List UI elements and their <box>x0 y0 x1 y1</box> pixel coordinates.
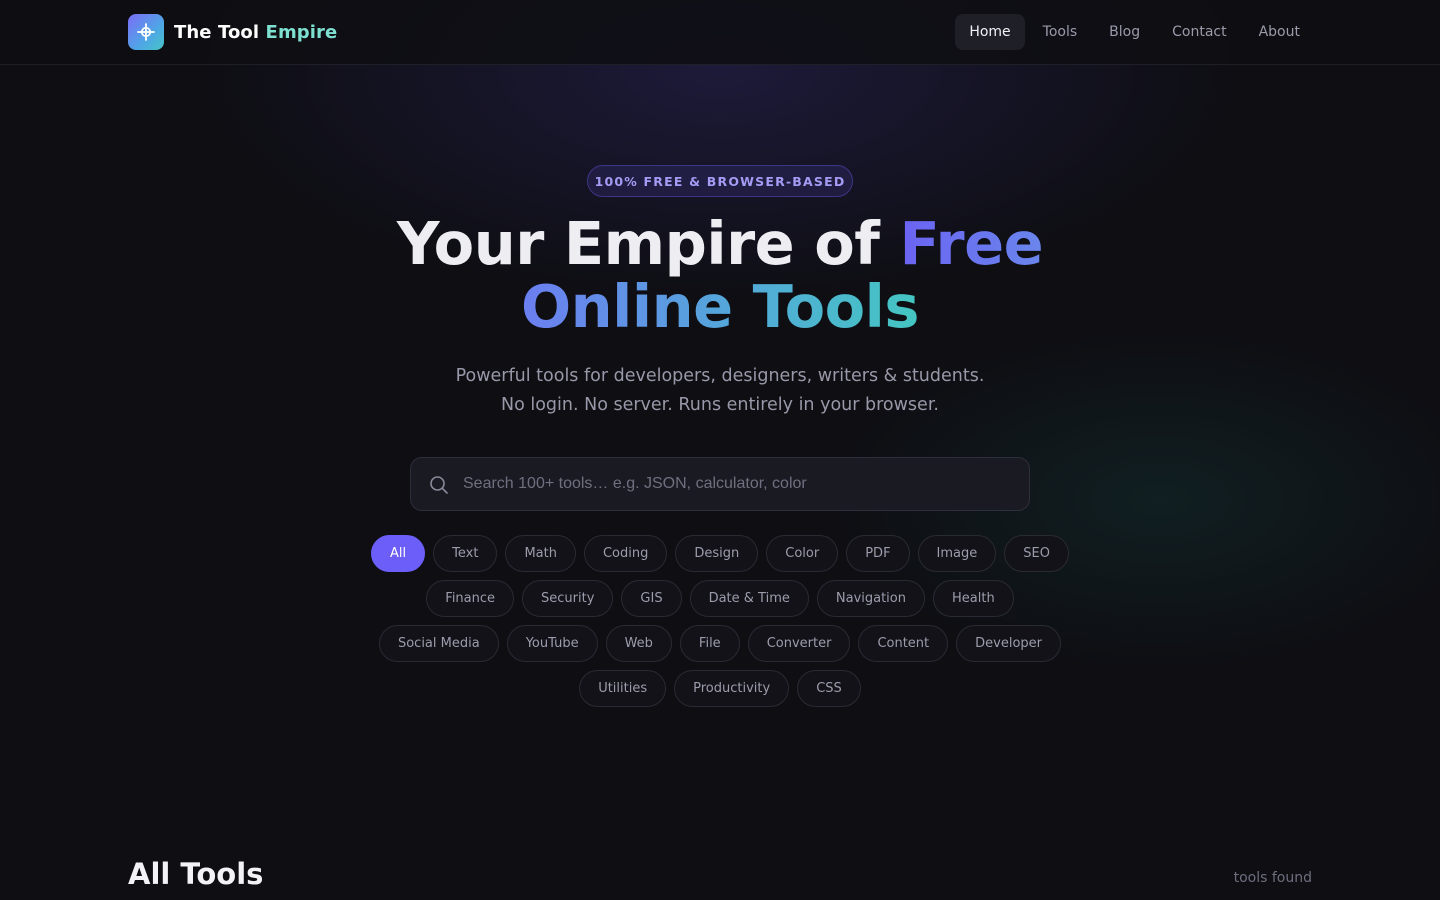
hero-subtitle-line2: No login. No server. Runs entirely in yo… <box>501 395 939 415</box>
hero-title-free: Free <box>899 209 1044 278</box>
brand-name: The Tool Empire <box>174 22 337 43</box>
brand-word-empire: Empire <box>265 21 338 43</box>
nav-link-contact[interactable]: Contact <box>1158 14 1240 50</box>
category-chip-finance[interactable]: Finance <box>426 580 515 617</box>
category-row: Utilities Productivity CSS <box>579 670 861 707</box>
category-chip-file[interactable]: File <box>679 625 740 662</box>
hero-subtitle-line1: Powerful tools for developers, designers… <box>455 366 985 386</box>
category-row: All Text Math Coding Design Color PDF Image SEO <box>371 535 1069 572</box>
category-chip-navigation[interactable]: Navigation <box>816 580 925 617</box>
nav-link-blog[interactable]: Blog <box>1095 14 1154 50</box>
category-chip-gis[interactable]: GIS <box>621 580 682 617</box>
category-chip-pdf[interactable]: PDF <box>846 535 910 572</box>
hero-title-plain: Your Empire of <box>396 209 880 278</box>
brand-link[interactable]: The Tool Empire <box>128 14 337 50</box>
category-row: Social Media YouTube Web File Converter Conte… <box>378 625 1062 662</box>
page: The Tool Empire Home Tools Blog Contact Abou… <box>0 0 1440 900</box>
category-chip-image[interactable]: Image <box>917 535 997 572</box>
category-chip-web[interactable]: Web <box>605 625 672 662</box>
category-chip-social-media[interactable]: Social Media <box>378 625 499 662</box>
hero-title: Your Empire of Free Online Tools <box>0 212 1440 338</box>
crosshair-icon <box>128 14 164 50</box>
category-chip-text[interactable]: Text <box>433 535 498 572</box>
hero-subtitle: Powerful tools for developers, designers… <box>0 362 1440 420</box>
tools-found-count: tools found <box>1233 870 1312 886</box>
category-chip-converter[interactable]: Converter <box>747 625 851 662</box>
nav-link-tools[interactable]: Tools <box>1029 14 1092 50</box>
category-chip-coding[interactable]: Coding <box>583 535 668 572</box>
search-input[interactable] <box>461 458 1021 510</box>
all-tools-heading: All Tools <box>128 857 264 891</box>
navbar: The Tool Empire Home Tools Blog Contact Abou… <box>0 0 1440 65</box>
category-chip-seo[interactable]: SEO <box>1004 535 1069 572</box>
category-chip-security[interactable]: Security <box>522 580 614 617</box>
category-chip-math[interactable]: Math <box>505 535 576 572</box>
category-chip-design[interactable]: Design <box>675 535 759 572</box>
brand-word-the-tool: The Tool <box>174 21 260 43</box>
category-chip-content[interactable]: Content <box>858 625 949 662</box>
hero-title-online-tools: Online Tools <box>521 272 919 341</box>
nav-link-about[interactable]: About <box>1245 14 1314 50</box>
category-filters: All Text Math Coding Design Color PDF Image SEO F… <box>360 535 1080 707</box>
category-chip-color[interactable]: Color <box>766 535 839 572</box>
category-chip-youtube[interactable]: YouTube <box>506 625 598 662</box>
search-box <box>410 457 1030 511</box>
category-chip-productivity[interactable]: Productivity <box>674 670 790 707</box>
category-row: Finance Security GIS Date & Time Navigation H… <box>426 580 1014 617</box>
search-icon <box>429 475 449 495</box>
category-chip-developer[interactable]: Developer <box>956 625 1062 662</box>
category-chip-all[interactable]: All <box>371 535 426 572</box>
category-chip-date-and-time[interactable]: Date & Time <box>689 580 809 617</box>
category-chip-health[interactable]: Health <box>933 580 1014 617</box>
nav-link-home[interactable]: Home <box>955 14 1025 50</box>
category-chip-utilities[interactable]: Utilities <box>579 670 667 707</box>
category-chip-css[interactable]: CSS <box>797 670 861 707</box>
free-badge: 100% FREE & BROWSER-BASED <box>587 165 853 197</box>
main-nav: Home Tools Blog Contact About <box>955 14 1314 50</box>
